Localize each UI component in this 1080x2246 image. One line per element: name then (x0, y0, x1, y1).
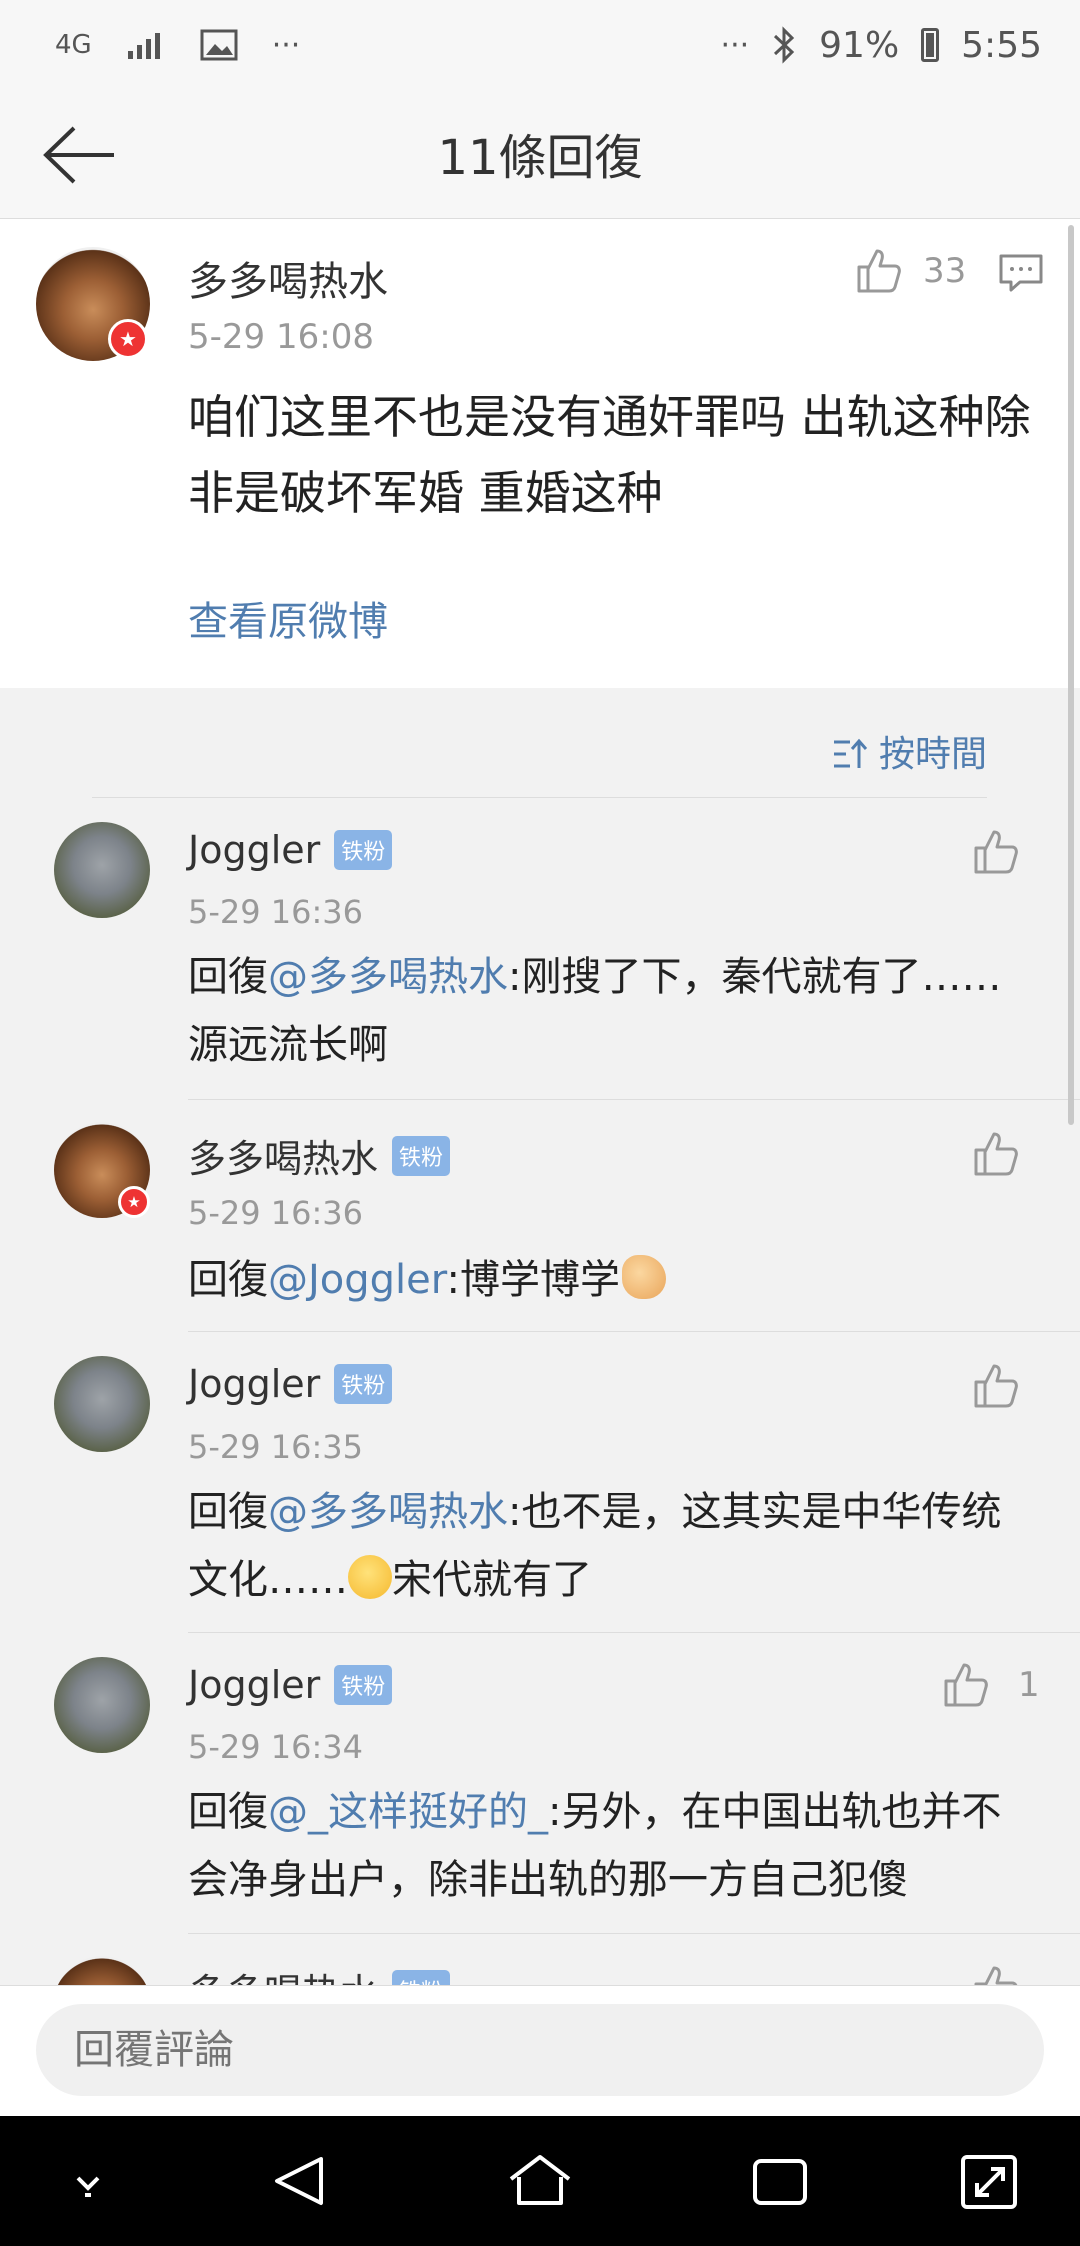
status-bar: 4G ··· ··· 91% 5:55 (0, 0, 1080, 90)
reply-author[interactable]: Joggler (188, 1663, 320, 1707)
verified-badge-icon: ★ (118, 1186, 150, 1218)
mention-link[interactable]: @_这样挺好的_ (268, 1789, 548, 1835)
reply-input[interactable] (36, 2004, 1044, 2096)
network-indicator: 4G (55, 30, 92, 60)
reply-prefix: 回復 (188, 1489, 268, 1535)
status-left: 4G ··· (55, 20, 300, 70)
back-nav-icon[interactable] (265, 2151, 335, 2211)
reply-author[interactable]: 多多喝热水 (188, 1962, 378, 1985)
reply-item: Joggler 铁粉 5-29 16:36 回復@多多喝热水:刚搜了下，秦代就有… (0, 798, 1080, 1098)
reply-text: 回復@Joggler:博学博学 (188, 1246, 1018, 1314)
main-comment: ★ 多多喝热水 5-29 16:08 33 咱们这里不也是没有通奸罪吗 出轨这种… (0, 219, 1080, 688)
status-right: ··· 91% 5:55 (721, 20, 1042, 70)
clap-emoji-icon (622, 1255, 666, 1299)
view-original-link[interactable]: 查看原微博 (188, 589, 388, 647)
reply-item: Joggler 铁粉 5-29 16:34 1 回復@_这样挺好的_:另外，在中… (0, 1633, 1080, 1933)
sort-toggle[interactable]: 按時間 (832, 725, 987, 777)
thumbs-up-icon (857, 249, 901, 293)
reply-item: 多多喝热水 铁粉 (0, 1934, 1080, 1985)
reply-bar (0, 1985, 1080, 2117)
reply-author-row: Joggler 铁粉 (188, 828, 393, 872)
comment-time: 5-29 16:08 (188, 317, 374, 357)
comment-icon[interactable] (998, 253, 1044, 293)
like-count: 33 (923, 251, 967, 291)
like-button[interactable]: 1 (942, 1661, 1040, 1709)
reply-author-row: 多多喝热水 铁粉 (188, 1962, 451, 1985)
battery-percent: 91% (819, 24, 900, 66)
sort-icon (833, 738, 867, 768)
reply-author[interactable]: 多多喝热水 (188, 1128, 378, 1183)
reply-author-row: Joggler 铁粉 (188, 1362, 393, 1406)
reply-prefix: 回復 (188, 954, 268, 1000)
reply-body: :博学博学 (446, 1257, 620, 1303)
fan-badge: 铁粉 (334, 1665, 393, 1705)
thumbs-up-icon[interactable] (972, 1362, 1020, 1410)
mention-link[interactable]: @多多喝热水 (268, 954, 508, 1000)
avatar[interactable] (54, 1356, 150, 1452)
like-button[interactable]: 33 (855, 247, 966, 295)
reply-time: 5-29 16:36 (188, 893, 364, 931)
mention-link[interactable]: @多多喝热水 (268, 1489, 508, 1535)
avatar[interactable] (54, 1956, 150, 1985)
fan-badge: 铁粉 (334, 1364, 393, 1404)
thumbs-up-icon (944, 1663, 988, 1707)
status-more-left: ··· (271, 27, 301, 63)
grin-emoji-icon (348, 1555, 392, 1599)
reply-author-row: 多多喝热水 铁粉 (188, 1128, 451, 1183)
page-title: 11條回復 (437, 130, 643, 186)
reply-author[interactable]: Joggler (188, 1362, 320, 1406)
verified-badge-icon: ★ (108, 319, 148, 359)
comment-text: 咱们这里不也是没有通奸罪吗 出轨这种除非是破坏军婚 重婚这种 (188, 390, 1031, 520)
like-count: 1 (1018, 1665, 1040, 1705)
avatar[interactable] (54, 822, 150, 918)
reply-item: ★ 多多喝热水 铁粉 5-29 16:36 回復@Joggler:博学博学 (0, 1100, 1080, 1330)
sort-label: 按時間 (878, 734, 987, 775)
comment-author[interactable]: 多多喝热水 (188, 249, 388, 307)
reply-text: 回復@_这样挺好的_:另外，在中国出轨也并不会净身出户，除非出轨的那一方自己犯傻 (188, 1778, 1018, 1914)
navigation-bar (0, 2116, 1080, 2246)
hide-keyboard-icon[interactable] (53, 2151, 123, 2211)
signal-icon (127, 33, 160, 59)
fan-badge: 铁粉 (392, 1969, 451, 1985)
scrollbar[interactable] (1068, 225, 1074, 1125)
avatar[interactable] (54, 1657, 150, 1753)
reply-text: 回復@多多喝热水:也不是，这其实是中华传统文化…… 宋代就有了 (188, 1478, 1018, 1614)
thumbs-up-icon[interactable] (972, 1964, 1020, 1985)
reply-item: Joggler 铁粉 5-29 16:35 回復@多多喝热水:也不是，这其实是中… (0, 1332, 1080, 1632)
reply-author[interactable]: Joggler (188, 828, 320, 872)
header: 11條回復 (0, 90, 1080, 219)
reply-prefix: 回復 (188, 1257, 268, 1303)
reply-prefix: 回復 (188, 1789, 268, 1835)
reply-time: 5-29 16:34 (188, 1728, 364, 1766)
reply-author-row: Joggler 铁粉 (188, 1663, 393, 1707)
reply-time: 5-29 16:36 (188, 1194, 364, 1232)
home-nav-icon[interactable] (505, 2151, 575, 2211)
recents-nav-icon[interactable] (745, 2151, 815, 2211)
reply-body-cont: 宋代就有了 (392, 1557, 592, 1603)
battery-icon (921, 28, 940, 62)
status-time: 5:55 (961, 24, 1042, 66)
mention-link[interactable]: @Joggler (268, 1257, 447, 1303)
expand-nav-icon[interactable] (955, 2151, 1025, 2211)
thumbs-up-icon[interactable] (972, 1130, 1020, 1178)
thumbs-up-icon[interactable] (972, 828, 1020, 876)
reply-text: 回復@多多喝热水:刚搜了下，秦代就有了……源远流长啊 (188, 943, 1018, 1079)
fan-badge: 铁粉 (392, 1135, 451, 1176)
gallery-icon (200, 29, 238, 61)
fan-badge: 铁粉 (334, 830, 393, 870)
bluetooth-icon (774, 26, 795, 64)
status-more-right: ··· (720, 27, 750, 63)
reply-time: 5-29 16:35 (188, 1428, 364, 1466)
